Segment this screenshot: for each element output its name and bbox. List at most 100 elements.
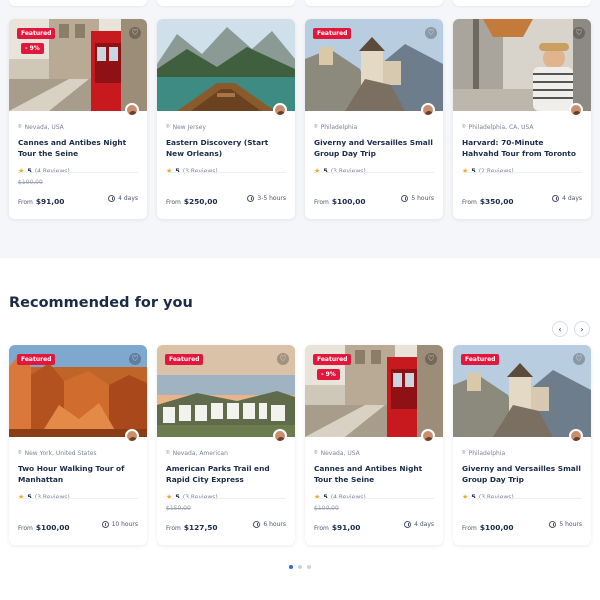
clock-icon [549, 521, 557, 528]
tour-price: $100,00 [331, 197, 366, 206]
tour-title[interactable]: Cannes and Antibes Night Tour the Seine … [314, 463, 434, 485]
tour-location: ⌾ Philadelphia [462, 449, 506, 457]
chevron-left-icon[interactable]: ‹ [552, 321, 568, 337]
tour-location: ⌾ Nevada, USA [314, 449, 360, 457]
tour-image-woman-street[interactable]: ♡ [453, 19, 591, 111]
tour-price: $250,00 [183, 197, 218, 206]
original-price [314, 179, 434, 187]
tour-title[interactable]: American Parks Trail end Rapid City Expr… [166, 463, 286, 485]
tour-card[interactable]: ♡ ⌾ Philadelphia, CA, USA Harvard: 70-Min… [453, 19, 591, 219]
tour-card[interactable]: ⌾ New Jersey Eastern Discovery (Start New… [157, 19, 295, 219]
original-price [462, 505, 582, 513]
tour-title[interactable]: Giverny and Versailles Small Group Day T… [462, 463, 582, 485]
pagination-dot[interactable] [298, 565, 302, 569]
tour-title[interactable]: Eastern Discovery (Start New Orleans) [166, 137, 286, 159]
original-price [18, 505, 138, 513]
tour-card[interactable]: Featured ♡ ⌾ New York, United States Two … [9, 345, 147, 545]
price-prefix: From [166, 525, 181, 532]
tour-title[interactable]: Cannes and Antibes Night Tour the Seine … [18, 137, 138, 159]
tour-duration: 4 days [108, 195, 138, 202]
price-prefix: From [166, 199, 181, 206]
card-edge [305, 0, 443, 6]
tour-duration: 4 days [552, 195, 582, 202]
heart-icon[interactable]: ♡ [425, 353, 437, 365]
map-pin-icon: ⌾ [314, 449, 318, 456]
tour-duration: 6 hours [253, 521, 286, 528]
guide-avatar[interactable] [569, 429, 583, 443]
featured-badge: Featured [17, 354, 56, 365]
tour-card[interactable]: Featured ♡ ⌾ Philadelphia Giverny and Ver… [453, 345, 591, 545]
guide-avatar[interactable] [569, 103, 583, 117]
carousel-pagination [289, 565, 311, 569]
clock-icon [108, 195, 116, 202]
divider [166, 172, 286, 173]
tour-location: ⌾ Nevada, American [166, 449, 228, 457]
tour-location: ⌾ Philadelphia [314, 123, 358, 131]
map-pin-icon: ⌾ [314, 123, 318, 130]
featured-badge: Featured [461, 354, 500, 365]
previous-row-edge [0, 0, 600, 6]
tour-image-telephone-booth[interactable]: Featured - 9% ♡ [305, 345, 443, 437]
featured-badge: Featured [313, 354, 352, 365]
featured-badge: Featured [313, 28, 352, 39]
clock-icon [404, 521, 412, 528]
tour-price: $91,00 [331, 523, 361, 532]
divider [462, 172, 582, 173]
tour-image-hilltop-village[interactable]: Featured ♡ [305, 19, 443, 111]
tour-duration: 10 hours [101, 521, 138, 528]
heart-icon[interactable]: ♡ [573, 27, 585, 39]
clock-icon [552, 195, 560, 202]
map-pin-icon: ⌾ [462, 449, 466, 456]
clock-icon [401, 195, 409, 202]
tour-card[interactable]: Featured - 9% ♡ ⌾ Nevada, USA Cannes and … [9, 19, 147, 219]
heart-icon[interactable]: ♡ [573, 353, 585, 365]
heart-icon[interactable]: ♡ [277, 353, 289, 365]
price-prefix: From [314, 525, 329, 532]
price-prefix: From [314, 199, 329, 206]
clock-icon [253, 521, 261, 528]
tour-title[interactable]: Two Hour Walking Tour of Manhattan [18, 463, 138, 485]
guide-avatar[interactable] [125, 429, 139, 443]
tour-card[interactable]: Featured - 9% ♡ ⌾ Nevada, USA Cannes and … [305, 345, 443, 545]
card-edge [9, 0, 147, 6]
heart-icon[interactable]: ♡ [425, 27, 437, 39]
tour-price: $127,50 [183, 523, 218, 532]
clock-icon [101, 521, 109, 528]
section-title: Recommended for you [9, 295, 193, 311]
divider [166, 498, 286, 499]
tour-card[interactable]: Featured ♡ ⌾ Nevada, American American Pa… [157, 345, 295, 545]
heart-icon[interactable]: ♡ [129, 353, 141, 365]
tour-card-row: Featured ♡ ⌾ New York, United States Two … [9, 345, 591, 545]
tour-image-lake-boat[interactable] [157, 19, 295, 111]
pagination-dot[interactable] [307, 565, 311, 569]
tour-title[interactable]: Giverny and Versailles Small Group Day T… [314, 137, 434, 159]
discount-badge: - 9% [317, 369, 340, 380]
chevron-right-icon[interactable]: › [574, 321, 590, 337]
tour-location: ⌾ Nevada, USA [18, 123, 64, 131]
tour-image-hilltop-village[interactable]: Featured ♡ [453, 345, 591, 437]
tour-duration: 4 days [404, 521, 434, 528]
tour-price: $100,00 [35, 523, 70, 532]
guide-avatar[interactable] [273, 103, 287, 117]
tour-card[interactable]: Featured ♡ ⌾ Philadelphia Giverny and Ver… [305, 19, 443, 219]
pagination-dot[interactable] [289, 565, 293, 569]
tour-duration: 3-5 hours [247, 195, 286, 202]
map-pin-icon: ⌾ [18, 449, 22, 456]
featured-badge: Featured [17, 28, 56, 39]
tour-image-telephone-booth[interactable]: Featured - 9% ♡ [9, 19, 147, 111]
heart-icon[interactable]: ♡ [129, 27, 141, 39]
tour-image-canyon[interactable]: Featured ♡ [9, 345, 147, 437]
tour-image-hollywood-sign[interactable]: Featured ♡ [157, 345, 295, 437]
tour-price: $91,00 [35, 197, 65, 206]
tour-title[interactable]: Harvard: 70-Minute Hahvahd Tour from Tor… [462, 137, 582, 159]
tour-location: ⌾ New York, United States [18, 449, 97, 457]
tour-duration: 5 hours [549, 521, 582, 528]
guide-avatar[interactable] [125, 103, 139, 117]
price-prefix: From [18, 525, 33, 532]
tour-location: ⌾ Philadelphia, CA, USA [462, 123, 534, 131]
guide-avatar[interactable] [421, 429, 435, 443]
card-edge [157, 0, 295, 6]
tour-duration: 5 hours [401, 195, 434, 202]
guide-avatar[interactable] [421, 103, 435, 117]
guide-avatar[interactable] [273, 429, 287, 443]
